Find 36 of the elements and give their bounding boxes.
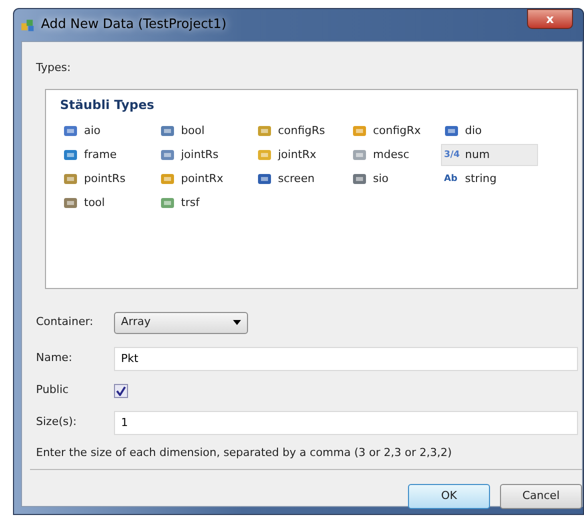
type-item[interactable]: 3/4 num <box>441 144 538 166</box>
caret-icon <box>233 320 241 325</box>
type-item[interactable]: sio <box>349 168 441 190</box>
type-item[interactable]: bool <box>157 120 254 142</box>
type-item[interactable]: trsf <box>157 192 254 214</box>
dialog-button[interactable]: Cancel <box>500 484 582 509</box>
group-title: Stäubli Types <box>60 96 156 114</box>
type-glyph: Ab <box>444 172 458 186</box>
type-item[interactable]: configRx <box>349 120 441 142</box>
name-label: Name: <box>36 350 74 366</box>
public-label: Public <box>36 382 70 398</box>
container-label: Container: <box>36 314 94 330</box>
public-checkbox[interactable] <box>114 384 128 398</box>
type-item[interactable]: pointRx <box>157 168 254 190</box>
type-item[interactable]: pointRs <box>60 168 157 190</box>
type-item[interactable]: jointRs <box>157 144 254 166</box>
type-item[interactable]: Ab string <box>441 168 538 190</box>
hint-text: Enter the size of each dimension, separated by a comma (3 or 2,3 or 2,3,2) <box>36 444 453 460</box>
types-label: Types: <box>36 60 72 76</box>
type-item[interactable]: screen <box>254 168 349 190</box>
window-title: Add New Data (TestProject1) <box>41 16 226 34</box>
type-item[interactable]: aio <box>60 120 157 142</box>
name-field[interactable]: Pkt <box>114 346 578 370</box>
type-item[interactable]: frame <box>60 144 157 166</box>
type-glyph: 3/4 <box>444 148 459 162</box>
dialog-button[interactable]: OK <box>408 484 490 509</box>
close-button[interactable]: x <box>527 9 573 29</box>
type-item[interactable]: dio <box>441 120 538 142</box>
sizes-label: Size(s): <box>36 414 78 430</box>
type-item[interactable]: jointRx <box>254 144 349 166</box>
type-item[interactable]: tool <box>60 192 157 214</box>
container-dropdown[interactable]: Array <box>114 312 248 334</box>
type-item[interactable]: configRs <box>254 120 349 142</box>
app-icon <box>20 18 35 32</box>
type-item[interactable]: mdesc <box>349 144 441 166</box>
sizes-field[interactable]: 1 <box>114 410 578 434</box>
